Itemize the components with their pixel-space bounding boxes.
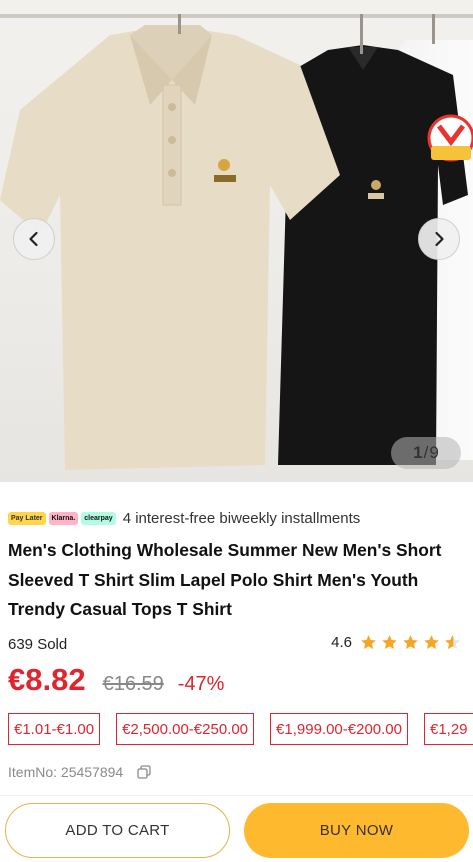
buy-now-button[interactable]: BUY NOW (244, 803, 469, 858)
star-icon (403, 635, 418, 649)
installments-banner[interactable]: Pay Later Klarna. clearpay 4 interest-fr… (8, 508, 360, 528)
price-tier[interactable]: €2,500.00-€250.00 (116, 713, 255, 745)
discount-badge: -47% (177, 673, 225, 695)
hanger-hook (360, 14, 363, 54)
pay-later-logo: Pay Later (8, 511, 46, 525)
price-tier[interactable]: €1,999.00-€200.00 (270, 713, 408, 745)
image-counter: 1 / 9 (391, 437, 461, 469)
image-counter-current: 1 (413, 443, 423, 462)
star-icon (382, 635, 397, 649)
image-counter-total: 9 (429, 443, 439, 462)
item-number: ItemNo: 25457894 (8, 764, 151, 780)
klarna-logo: Klarna. (48, 511, 79, 525)
price-row: €8.82 €16.59 -47% (8, 662, 224, 698)
installments-text: 4 interest-free biweekly installments (122, 509, 361, 527)
chevron-left-icon (29, 231, 38, 247)
half-star-icon (445, 635, 460, 649)
product-title: Men's Clothing Wholesale Summer New Men'… (8, 540, 442, 619)
original-price: €16.59 (102, 673, 164, 695)
star-icon (424, 635, 439, 649)
rating[interactable]: 4.6 (331, 634, 465, 651)
price-tier[interactable]: €1,29 (423, 713, 473, 745)
copy-icon[interactable] (137, 765, 151, 779)
next-image-button[interactable] (418, 218, 460, 260)
sold-count: 639 Sold (8, 636, 68, 653)
clothing-rack (0, 14, 473, 18)
price-tiers[interactable]: €1.01-€1.00 €2,500.00-€250.00 €1,999.00-… (8, 713, 473, 745)
brand-badge-icon (427, 114, 473, 162)
hanger-hook (432, 14, 435, 44)
price-tier[interactable]: €1.01-€1.00 (8, 713, 101, 745)
product-image-gallery[interactable]: 1 / 9 (0, 0, 473, 482)
rating-score: 4.6 (331, 634, 352, 651)
bottom-bar-divider (0, 795, 473, 796)
chevron-right-icon (435, 231, 444, 247)
clearpay-logo: clearpay (81, 511, 116, 525)
add-to-cart-button[interactable]: ADD TO CART (5, 803, 230, 858)
previous-image-button[interactable] (13, 218, 55, 260)
star-icon (361, 635, 376, 649)
hanger-hook (178, 14, 181, 34)
product-image-beige-shirt (0, 25, 340, 470)
current-price: €8.82 (8, 662, 86, 697)
image-counter-separator: / (423, 443, 429, 462)
item-number-text: ItemNo: 25457894 (8, 764, 124, 780)
